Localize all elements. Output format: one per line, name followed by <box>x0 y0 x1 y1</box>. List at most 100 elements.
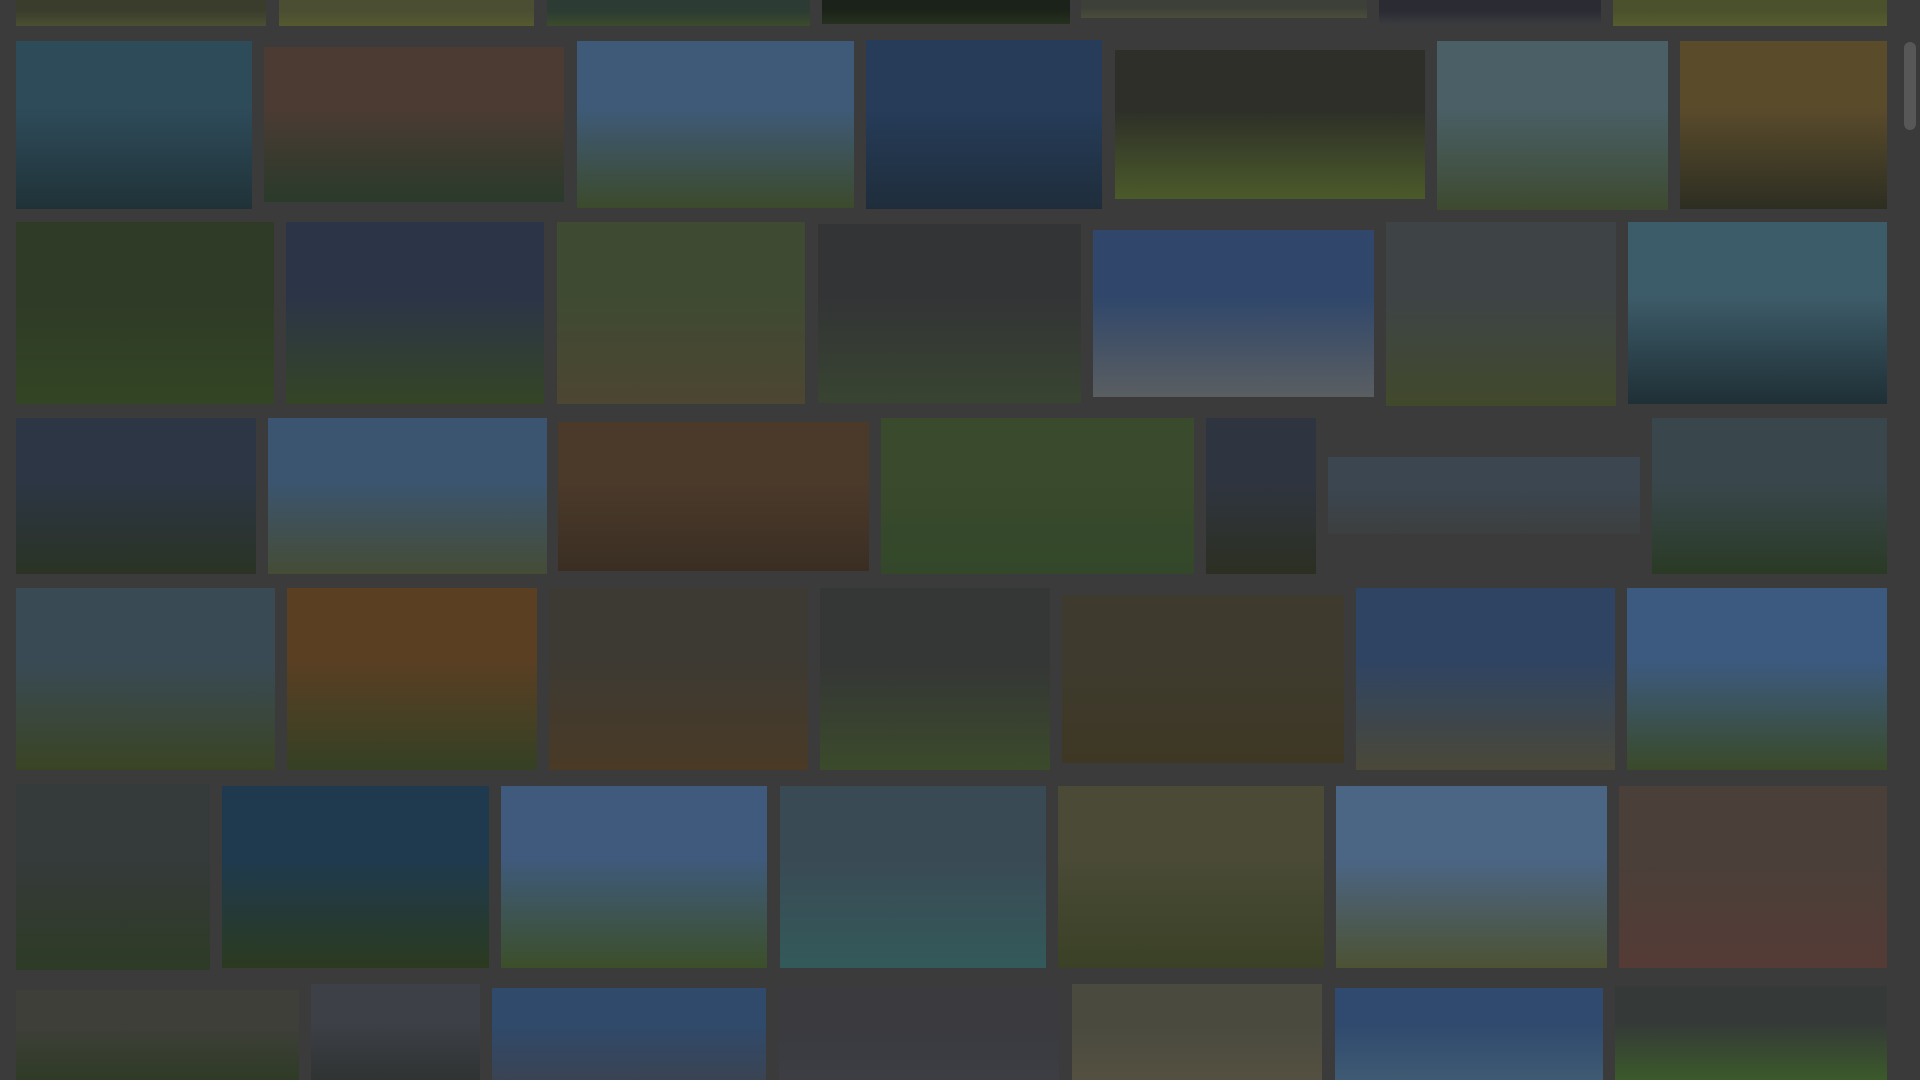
thumbnail-image <box>577 41 854 208</box>
thumbnail-image <box>1627 588 1887 770</box>
thumbnail-image <box>1379 0 1601 26</box>
tile-marsh-trees[interactable] <box>557 222 805 404</box>
thumbnail-image <box>1437 41 1668 210</box>
tile-forest-lake-dusk[interactable] <box>264 47 564 202</box>
thumbnail-image <box>268 418 547 574</box>
thumbnail-image <box>16 784 210 970</box>
tile-highland-trail[interactable] <box>549 588 808 770</box>
tile-painting-sunset[interactable] <box>558 422 869 571</box>
tile-r6-4[interactable] <box>779 988 1059 1080</box>
tile-green-slope[interactable] <box>881 418 1194 574</box>
thumbnail-image <box>1386 222 1616 406</box>
thumbnail-image <box>1115 50 1425 199</box>
thumbnail-image <box>1081 0 1367 18</box>
vertical-scrollbar[interactable] <box>1900 0 1920 1080</box>
thumbnail-image <box>286 222 544 404</box>
thumbnail-image <box>311 984 480 1080</box>
thumbnail-image <box>1615 986 1887 1080</box>
thumbnail-image <box>1072 984 1322 1080</box>
thumbnail-image <box>1628 222 1887 404</box>
tile-elephant[interactable] <box>1072 984 1322 1080</box>
tile-cabin-storm[interactable] <box>818 224 1081 403</box>
thumbnail-image <box>287 588 537 770</box>
thumbnail-image <box>557 222 805 404</box>
thumbnail-image <box>1058 786 1324 968</box>
tile-sunset-savanna[interactable] <box>287 588 537 770</box>
tile-boulders-snow[interactable] <box>1093 230 1374 397</box>
tile-lake-mountain-mirror[interactable] <box>1628 222 1887 404</box>
tile-rocky-hillside[interactable] <box>268 418 547 574</box>
thumbnail-image <box>501 786 767 968</box>
tile-cloudy-field[interactable] <box>286 222 544 404</box>
thumbnail-image <box>264 47 564 202</box>
thumbnail-image <box>1328 457 1640 534</box>
tile-painting-cattle[interactable] <box>1062 595 1344 763</box>
thumbnail-image <box>549 588 808 770</box>
tile-mountain-creek[interactable] <box>16 784 210 970</box>
tile-r6-7[interactable] <box>1615 986 1887 1080</box>
tile-r0-4[interactable] <box>822 0 1070 24</box>
tile-spring-trees[interactable] <box>16 588 275 770</box>
tile-r0-1[interactable] <box>16 0 266 26</box>
tile-r0-2[interactable] <box>279 0 534 26</box>
tile-mountain-lake-reflection[interactable] <box>866 40 1102 209</box>
thumbnail-image <box>881 418 1194 574</box>
thumbnail-image <box>820 588 1050 770</box>
thumbnail-image <box>818 224 1081 403</box>
thumbnail-image <box>1619 786 1887 968</box>
thumbnail-image <box>492 988 766 1080</box>
thumbnail-image <box>1206 418 1316 574</box>
thumbnail-image <box>558 422 869 571</box>
tile-r0-5[interactable] <box>1081 0 1367 18</box>
thumbnail-image <box>780 786 1046 968</box>
thumbnail-image <box>222 786 489 968</box>
tile-alpine-valley[interactable] <box>1386 222 1616 406</box>
tile-r0-3[interactable] <box>547 0 810 26</box>
thumbnail-image <box>279 0 534 26</box>
tile-canyon-road[interactable] <box>1619 786 1887 968</box>
thumbnail-image <box>547 0 810 26</box>
tile-dark-shrubs[interactable] <box>222 786 489 968</box>
tile-blue-sky-plain[interactable] <box>1627 588 1887 770</box>
thumbnail-image <box>16 418 256 574</box>
tile-turquoise-lake[interactable] <box>780 786 1046 968</box>
thumbnail-image <box>16 588 275 770</box>
tile-road-hills[interactable] <box>1437 41 1668 210</box>
tile-r6-1[interactable] <box>16 990 299 1080</box>
thumbnail-image <box>1652 418 1887 574</box>
tile-storm-sky[interactable] <box>16 418 256 574</box>
tile-barn-field[interactable] <box>1356 588 1615 770</box>
tile-r6-6[interactable] <box>1335 988 1603 1080</box>
tile-tall-forest[interactable] <box>1206 418 1316 574</box>
thumbnail-image <box>1613 0 1887 26</box>
thumbnail-image <box>1680 41 1887 209</box>
tile-r0-7[interactable] <box>1613 0 1887 26</box>
tile-lake-islands[interactable] <box>16 41 252 209</box>
tile-sunset-trees[interactable] <box>1680 41 1887 209</box>
thumbnail-image <box>16 222 274 404</box>
tile-panorama-haze[interactable] <box>1328 457 1640 534</box>
tile-country-path[interactable] <box>820 588 1050 770</box>
thumbnail-image <box>1062 595 1344 763</box>
tile-green-hills[interactable] <box>1115 50 1425 199</box>
tile-r0-6[interactable] <box>1379 0 1601 26</box>
thumbnail-image <box>866 40 1102 209</box>
tile-park-trees[interactable] <box>16 222 274 404</box>
thumbnail-image <box>16 990 299 1080</box>
thumbnail-image <box>1093 230 1374 397</box>
tile-alpine-tarn[interactable] <box>1336 786 1607 968</box>
tile-river-forest[interactable] <box>1652 418 1887 574</box>
tile-valley-cliffs[interactable] <box>577 41 854 208</box>
tile-waterfall-woods[interactable] <box>1058 786 1324 968</box>
thumbnail-image <box>1356 588 1615 770</box>
scrollbar-thumb[interactable] <box>1904 42 1916 130</box>
tile-reed-river[interactable] <box>501 786 767 968</box>
thumbnail-image <box>16 0 266 26</box>
image-gallery <box>0 0 1900 1080</box>
tile-r6-3[interactable] <box>492 988 766 1080</box>
tile-r6-2[interactable] <box>311 984 480 1080</box>
thumbnail-image <box>1336 786 1607 968</box>
thumbnail-image <box>1335 988 1603 1080</box>
thumbnail-image <box>16 41 252 209</box>
thumbnail-image <box>779 988 1059 1080</box>
